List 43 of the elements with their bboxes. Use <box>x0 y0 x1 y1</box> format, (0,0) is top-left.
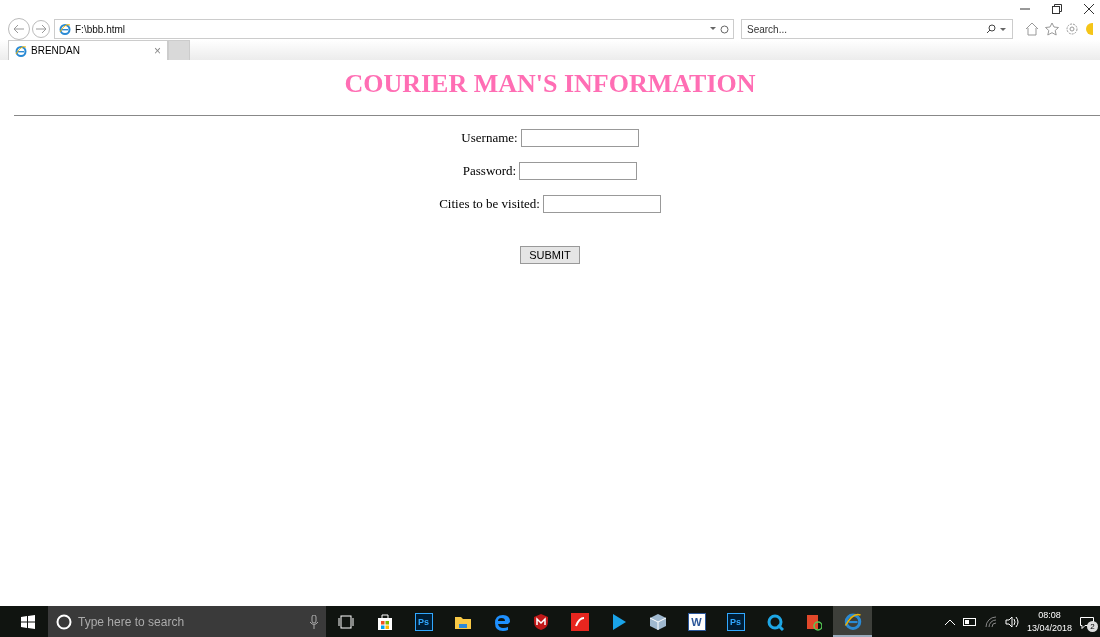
document-app-icon[interactable] <box>805 612 822 631</box>
word-app-icon[interactable]: W <box>687 612 706 631</box>
swoosh-app-icon[interactable] <box>570 612 589 631</box>
cube-icon[interactable] <box>648 612 667 631</box>
photoshop-app-icon[interactable]: Ps <box>414 612 433 631</box>
windows-start-icon[interactable] <box>21 614 35 629</box>
submit-button[interactable]: SUBMIT <box>520 246 580 264</box>
edge-browser-icon[interactable] <box>492 612 511 631</box>
forward-arrow-icon <box>36 25 46 33</box>
microphone-icon[interactable] <box>310 614 318 629</box>
browser-logo-icon <box>15 44 27 57</box>
field-label: Password: <box>462 163 517 179</box>
shopping-bag-icon[interactable] <box>376 612 393 631</box>
field-label: Cities to be visited: <box>439 196 540 212</box>
restore-icon[interactable] <box>1052 4 1062 14</box>
search-field[interactable]: Search... <box>741 19 1013 39</box>
back-arrow-icon <box>13 24 25 34</box>
chevron-up-icon[interactable] <box>944 618 955 625</box>
browser-logo-icon <box>59 23 71 35</box>
home-icon[interactable] <box>1025 22 1039 36</box>
cortana-circle-icon[interactable] <box>56 613 72 630</box>
battery-icon[interactable] <box>962 617 977 626</box>
task-view-icon[interactable] <box>337 614 354 629</box>
page-heading: COURIER MAN'S INFORMATION <box>344 68 756 100</box>
input-field[interactable] <box>542 195 661 213</box>
shield-icon[interactable] <box>532 612 549 631</box>
wifi-icon[interactable] <box>984 615 997 628</box>
q-app-icon[interactable] <box>765 612 784 631</box>
close-icon[interactable] <box>1084 4 1094 14</box>
taskbar-search-field[interactable]: Type here to search <box>48 606 326 637</box>
input-field[interactable] <box>520 129 639 147</box>
volume-icon[interactable] <box>1004 615 1019 628</box>
field-label: Username: <box>461 130 518 146</box>
star-icon[interactable] <box>1045 22 1059 36</box>
address-bar[interactable]: F:\bbb.html <box>54 19 734 39</box>
browser-tab[interactable]: BRENDAN × <box>8 40 168 60</box>
search-icon[interactable] <box>985 24 996 34</box>
play-icon[interactable] <box>610 612 627 631</box>
photoshop-app-icon[interactable]: Ps <box>726 612 745 631</box>
input-field[interactable] <box>519 162 638 180</box>
refresh-icon[interactable] <box>720 24 729 34</box>
clock[interactable]: 08:08 13/04/2018 <box>1026 608 1072 635</box>
browser-logo-icon <box>843 611 862 630</box>
